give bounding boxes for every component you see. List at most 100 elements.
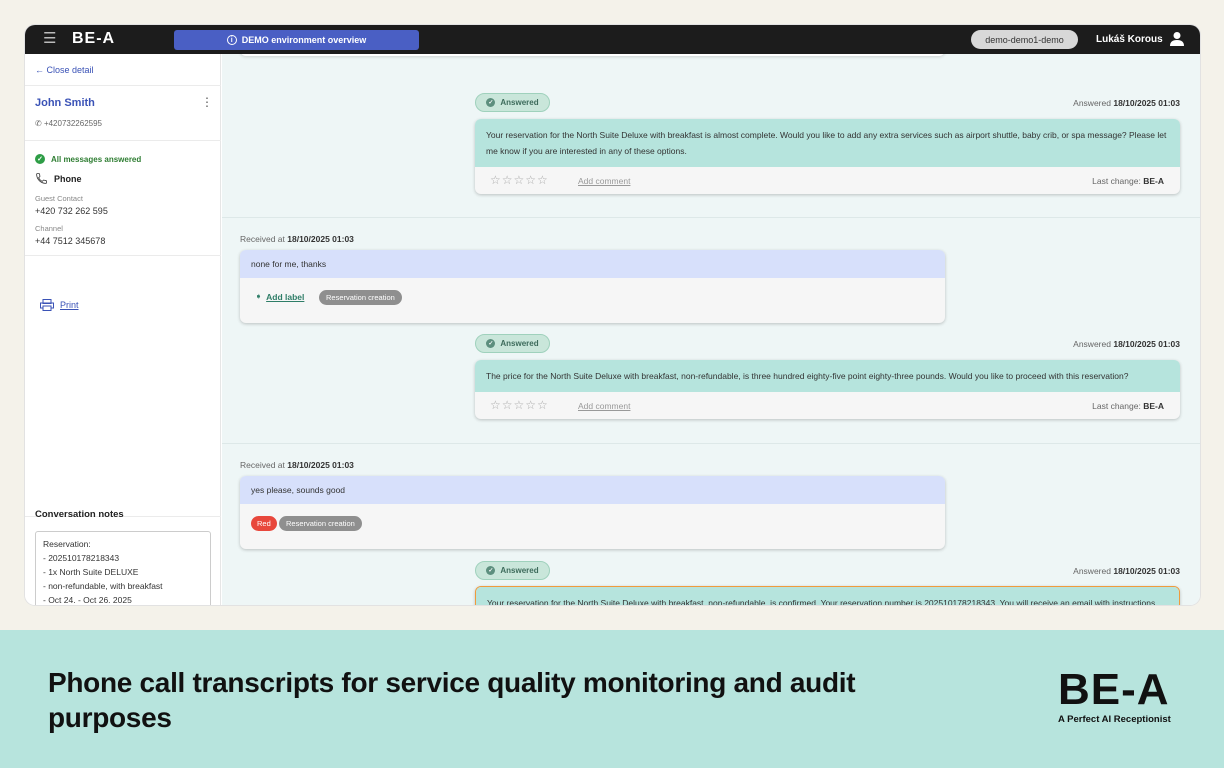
demo-environment-banner[interactable]: i DEMO environment overview bbox=[174, 30, 419, 50]
guest-contact-label: Guest Contact bbox=[35, 194, 83, 203]
note-line: Reservation: bbox=[43, 539, 91, 549]
close-detail-label: Close detail bbox=[46, 65, 94, 75]
guest-detail-sidebar: ← Close detail John Smith ⋮ ✆ +420732262… bbox=[25, 54, 221, 605]
demo-banner-label: DEMO environment overview bbox=[241, 35, 367, 45]
bot-message-card-selected: Your reservation for the North Suite Del… bbox=[475, 586, 1180, 605]
more-options-icon[interactable]: ⋮ bbox=[201, 96, 213, 108]
last-change-value: BE-A bbox=[1143, 176, 1164, 186]
guest-message-card: none for me, thanks ➧ Add label Reservat… bbox=[240, 250, 945, 323]
rating-stars[interactable]: ☆☆☆☆☆ bbox=[490, 173, 549, 187]
check-icon: ✓ bbox=[486, 98, 496, 107]
hamburger-menu-icon[interactable]: ☰ bbox=[43, 31, 56, 47]
add-comment-link[interactable]: Add comment bbox=[578, 401, 630, 411]
answered-timestamp: Answered 18/10/2025 01:03 bbox=[1073, 98, 1180, 108]
promo-tagline: Phone call transcripts for service quali… bbox=[48, 667, 856, 733]
environment-selector[interactable]: demo-demo1-demo bbox=[971, 30, 1078, 49]
app-window: ☰ BE-A i DEMO environment overview demo-… bbox=[25, 25, 1200, 605]
answered-badge: ✓ Answered bbox=[475, 561, 550, 580]
answered-timestamp: Answered 18/10/2025 01:03 bbox=[1073, 566, 1180, 576]
bot-message-card: The price for the North Suite Deluxe wit… bbox=[475, 360, 1180, 419]
phone-handset-icon bbox=[36, 173, 47, 184]
user-name[interactable]: Lukáš Korous bbox=[1096, 34, 1163, 45]
channel-value: +44 7512 345678 bbox=[35, 236, 106, 246]
check-icon: ✓ bbox=[486, 339, 496, 348]
brand-subtitle: A Perfect AI Receptionist bbox=[1058, 714, 1171, 725]
received-time-value: 18/10/2025 01:03 bbox=[287, 234, 354, 244]
bot-message-footer: ☆☆☆☆☆ Add comment Last change: BE-A bbox=[475, 392, 1180, 419]
promo-footer: Phone call transcripts for service quali… bbox=[0, 630, 1224, 768]
rating-stars[interactable]: ☆☆☆☆☆ bbox=[490, 398, 549, 412]
divider bbox=[25, 255, 221, 256]
last-change-prefix: Last change: bbox=[1092, 176, 1141, 186]
check-icon: ✓ bbox=[486, 566, 496, 575]
last-change: Last change: BE-A bbox=[1092, 401, 1164, 411]
conversation-notes-textarea[interactable]: Reservation: - 202510178218343 - 1x Nort… bbox=[35, 531, 211, 605]
answered-prefix: Answered bbox=[1073, 98, 1111, 108]
status-badge: ✓ All messages answered bbox=[35, 154, 141, 164]
answered-time-value: 18/10/2025 01:03 bbox=[1113, 98, 1180, 108]
add-label-text: Add label bbox=[266, 291, 305, 302]
answered-prefix: Answered bbox=[1073, 566, 1111, 576]
conversation-panel: ✓ Answered Answered 18/10/2025 01:03 You… bbox=[222, 54, 1200, 605]
guest-message-card: yes please, sounds good Red Reservation … bbox=[240, 476, 945, 549]
status-label: All messages answered bbox=[51, 154, 142, 164]
answered-timestamp: Answered 18/10/2025 01:03 bbox=[1073, 339, 1180, 349]
note-line: - non-refundable, with breakfast bbox=[43, 581, 163, 591]
bot-message-text: The price for the North Suite Deluxe wit… bbox=[475, 360, 1180, 392]
answered-badge: ✓ Answered bbox=[475, 93, 550, 112]
label-tag-red[interactable]: Red bbox=[251, 516, 277, 531]
answered-label: Answered bbox=[500, 339, 539, 348]
section-divider bbox=[222, 443, 1200, 444]
divider bbox=[25, 140, 221, 141]
guest-message-footer: ➧ Add label Reservation creation bbox=[240, 278, 945, 323]
print-label: Print bbox=[60, 300, 79, 310]
tag-icon: ➧ bbox=[255, 291, 263, 301]
bot-message-footer: ☆☆☆☆☆ Add comment Last change: BE-A bbox=[475, 167, 1180, 194]
bot-message-text: Your reservation for the North Suite Del… bbox=[476, 587, 1179, 605]
channel-label: Channel bbox=[35, 224, 63, 233]
phone-icon: ✆ bbox=[35, 119, 42, 128]
received-time-value: 18/10/2025 01:03 bbox=[287, 460, 354, 470]
answered-label: Answered bbox=[500, 98, 539, 107]
note-line: - 202510178218343 bbox=[43, 553, 120, 563]
brand-logo: BE-A bbox=[1058, 665, 1170, 714]
add-comment-link[interactable]: Add comment bbox=[578, 176, 630, 186]
section-divider bbox=[222, 217, 1200, 218]
guest-message-text: yes please, sounds good bbox=[240, 476, 945, 504]
answered-label: Answered bbox=[500, 566, 539, 575]
label-tag[interactable]: Reservation creation bbox=[279, 516, 362, 531]
label-tag[interactable]: Reservation creation bbox=[319, 290, 402, 305]
last-change-value: BE-A bbox=[1143, 401, 1164, 411]
answered-time-value: 18/10/2025 01:03 bbox=[1113, 339, 1180, 349]
notes-title: Conversation notes bbox=[35, 509, 124, 520]
received-prefix: Received at bbox=[240, 460, 285, 470]
received-timestamp: Received at 18/10/2025 01:03 bbox=[240, 460, 354, 470]
bot-message-card: Your reservation for the North Suite Del… bbox=[475, 119, 1180, 194]
note-line: - 1x North Suite DELUXE bbox=[43, 567, 139, 577]
guest-name: John Smith bbox=[35, 97, 95, 109]
close-detail-link[interactable]: ← Close detail bbox=[35, 65, 94, 75]
guest-phone-value: +420732262595 bbox=[43, 119, 102, 128]
received-timestamp: Received at 18/10/2025 01:03 bbox=[240, 234, 354, 244]
previous-message-card bbox=[240, 54, 945, 56]
channel-type-label: Phone bbox=[54, 173, 82, 184]
received-prefix: Received at bbox=[240, 234, 285, 244]
bot-message-text: Your reservation for the North Suite Del… bbox=[475, 119, 1180, 167]
channel-type: Phone bbox=[35, 172, 82, 185]
guest-phone: ✆ +420732262595 bbox=[35, 119, 102, 128]
answered-prefix: Answered bbox=[1073, 339, 1111, 349]
guest-message-text: none for me, thanks bbox=[240, 250, 945, 278]
info-icon: i bbox=[226, 35, 237, 45]
add-label-button[interactable]: ➧ Add label bbox=[255, 291, 304, 302]
answered-badge: ✓ Answered bbox=[475, 334, 550, 353]
top-bar: ☰ BE-A i DEMO environment overview demo-… bbox=[25, 25, 1200, 54]
guest-contact-value: +420 732 262 595 bbox=[35, 206, 108, 216]
app-logo[interactable]: BE-A bbox=[72, 30, 115, 48]
note-line: - Oct 24. - Oct 26. 2025 bbox=[43, 595, 132, 605]
check-circle-icon: ✓ bbox=[35, 154, 45, 164]
guest-message-footer: Red Reservation creation bbox=[240, 504, 945, 549]
last-change: Last change: BE-A bbox=[1092, 176, 1164, 186]
print-button[interactable]: Print bbox=[40, 299, 79, 311]
user-icon[interactable] bbox=[1170, 31, 1184, 47]
last-change-prefix: Last change: bbox=[1092, 401, 1141, 411]
